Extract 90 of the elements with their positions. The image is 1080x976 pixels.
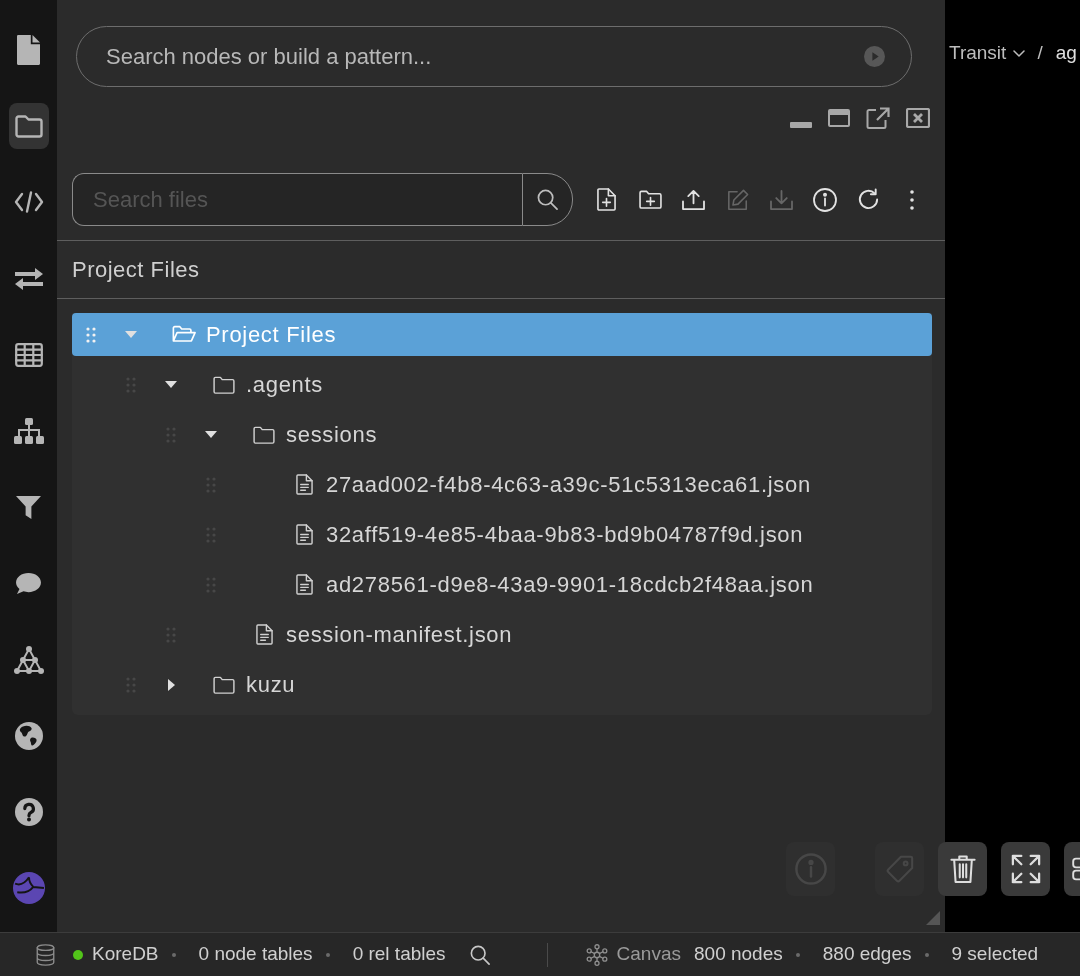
- folder-icon: [213, 375, 235, 394]
- link-icon: [1072, 856, 1080, 882]
- link-button[interactable]: [1064, 842, 1080, 896]
- arrows-icon: [13, 266, 44, 291]
- canvas-label: Canvas: [616, 942, 681, 967]
- tag-icon: [884, 854, 915, 884]
- globe-icon: [14, 721, 43, 750]
- breadcrumb-item[interactable]: ag: [1055, 41, 1077, 65]
- new-file-icon: [597, 188, 617, 211]
- resize-grip-icon[interactable]: [926, 911, 940, 925]
- chevron-down-icon[interactable]: [1013, 49, 1026, 57]
- help-icon: [14, 797, 43, 826]
- pattern-search-field[interactable]: Search nodes or build a pattern...: [76, 26, 912, 87]
- tree-item[interactable]: 32aff519-4e85-4baa-9b83-bd9b04787f9d.json: [72, 513, 932, 556]
- info-icon: [812, 187, 837, 212]
- edit-icon: [726, 188, 749, 211]
- drag-handle-icon[interactable]: [126, 676, 136, 693]
- caret-down-icon[interactable]: [165, 381, 177, 388]
- tree-item-label: ad278561-d9e8-43a9-9901-18cdcb2f48aa.json: [326, 571, 814, 599]
- tree-item[interactable]: kuzu: [72, 663, 932, 706]
- trash-icon: [949, 854, 976, 884]
- logo-icon: [12, 872, 45, 905]
- close-button[interactable]: [906, 108, 930, 128]
- folder-icon: [253, 425, 275, 444]
- tree-item-label: Project Files: [206, 321, 337, 349]
- sidebar-button[interactable]: [8, 103, 49, 150]
- hierarchy-icon: [13, 417, 44, 444]
- drag-handle-icon[interactable]: [166, 626, 176, 643]
- node-table-count: 0 node tables: [198, 942, 313, 967]
- database-icon: [36, 943, 55, 966]
- file-icon: [295, 474, 313, 495]
- close-icon: [906, 108, 930, 128]
- tree-item[interactable]: .agents: [72, 363, 932, 406]
- expand-icon: [1010, 854, 1041, 884]
- code-icon: [13, 191, 44, 214]
- drag-handle-icon[interactable]: [86, 326, 96, 343]
- pop-out-button[interactable]: [866, 107, 890, 129]
- tree-item-label: kuzu: [246, 671, 296, 699]
- selection-count: 9 selected: [951, 942, 1039, 967]
- folder-icon: [14, 114, 43, 138]
- folder-icon: [213, 675, 235, 694]
- upload-icon: [682, 189, 706, 210]
- tree-item[interactable]: session-manifest.json: [72, 613, 932, 656]
- minimize-icon: [790, 122, 812, 128]
- node-count: 800 nodes: [694, 942, 783, 967]
- table-icon: [14, 342, 43, 367]
- file-icon: [295, 524, 313, 545]
- tree-item-label: .agents: [246, 371, 324, 399]
- search-icon: [469, 944, 490, 965]
- new-folder-icon: [638, 190, 662, 209]
- tree-item[interactable]: sessions: [72, 413, 932, 456]
- info-icon: [794, 853, 827, 885]
- drag-handle-icon[interactable]: [206, 526, 216, 543]
- drag-handle-icon[interactable]: [166, 426, 176, 443]
- breadcrumb-item[interactable]: Transit: [949, 41, 1007, 65]
- breadcrumb-separator: /: [1037, 41, 1043, 65]
- drag-handle-icon[interactable]: [206, 576, 216, 593]
- tree-item-label: session-manifest.json: [286, 621, 513, 649]
- expand-button[interactable]: [1001, 842, 1050, 896]
- tree-item[interactable]: ad278561-d9e8-43a9-9901-18cdcb2f48aa.json: [72, 563, 932, 606]
- drag-handle-icon[interactable]: [206, 476, 216, 493]
- search-button[interactable]: [522, 173, 573, 226]
- refresh-icon: [856, 188, 880, 211]
- caret-down-icon[interactable]: [205, 431, 217, 438]
- tree-item-label: 27aad002-f4b8-4c63-a39c-51c5313eca61.json: [326, 471, 811, 499]
- file-icon: [295, 574, 313, 595]
- tree-item-label: 32aff519-4e85-4baa-9b83-bd9b04787f9d.json: [326, 521, 804, 549]
- rel-table-count: 0 rel tables: [352, 942, 446, 967]
- panel-title: Project Files: [72, 256, 200, 284]
- tree-item[interactable]: 27aad002-f4b8-4c63-a39c-51c5313eca61.json: [72, 463, 932, 506]
- maximize-button[interactable]: [828, 109, 850, 127]
- tree-item-label: sessions: [286, 421, 378, 449]
- drag-handle-icon[interactable]: [126, 376, 136, 393]
- network-icon: [13, 645, 44, 674]
- maximize-icon: [828, 109, 850, 127]
- open-folder-icon: [172, 325, 196, 344]
- download-icon: [769, 189, 793, 210]
- database-name: KoreDB: [92, 942, 159, 967]
- trash-button[interactable]: [938, 842, 987, 896]
- filter-icon: [16, 494, 41, 520]
- edge-count: 880 edges: [822, 942, 912, 967]
- caret-right-icon[interactable]: [167, 678, 175, 691]
- pop-out-icon: [866, 107, 890, 129]
- search-button[interactable]: [469, 944, 490, 965]
- more-icon: [909, 189, 914, 210]
- file-icon: [255, 624, 273, 645]
- document-icon: [17, 35, 40, 65]
- graph-nodes-icon: [585, 943, 608, 966]
- chat-bubble-icon: [15, 571, 42, 595]
- search-icon: [537, 189, 558, 210]
